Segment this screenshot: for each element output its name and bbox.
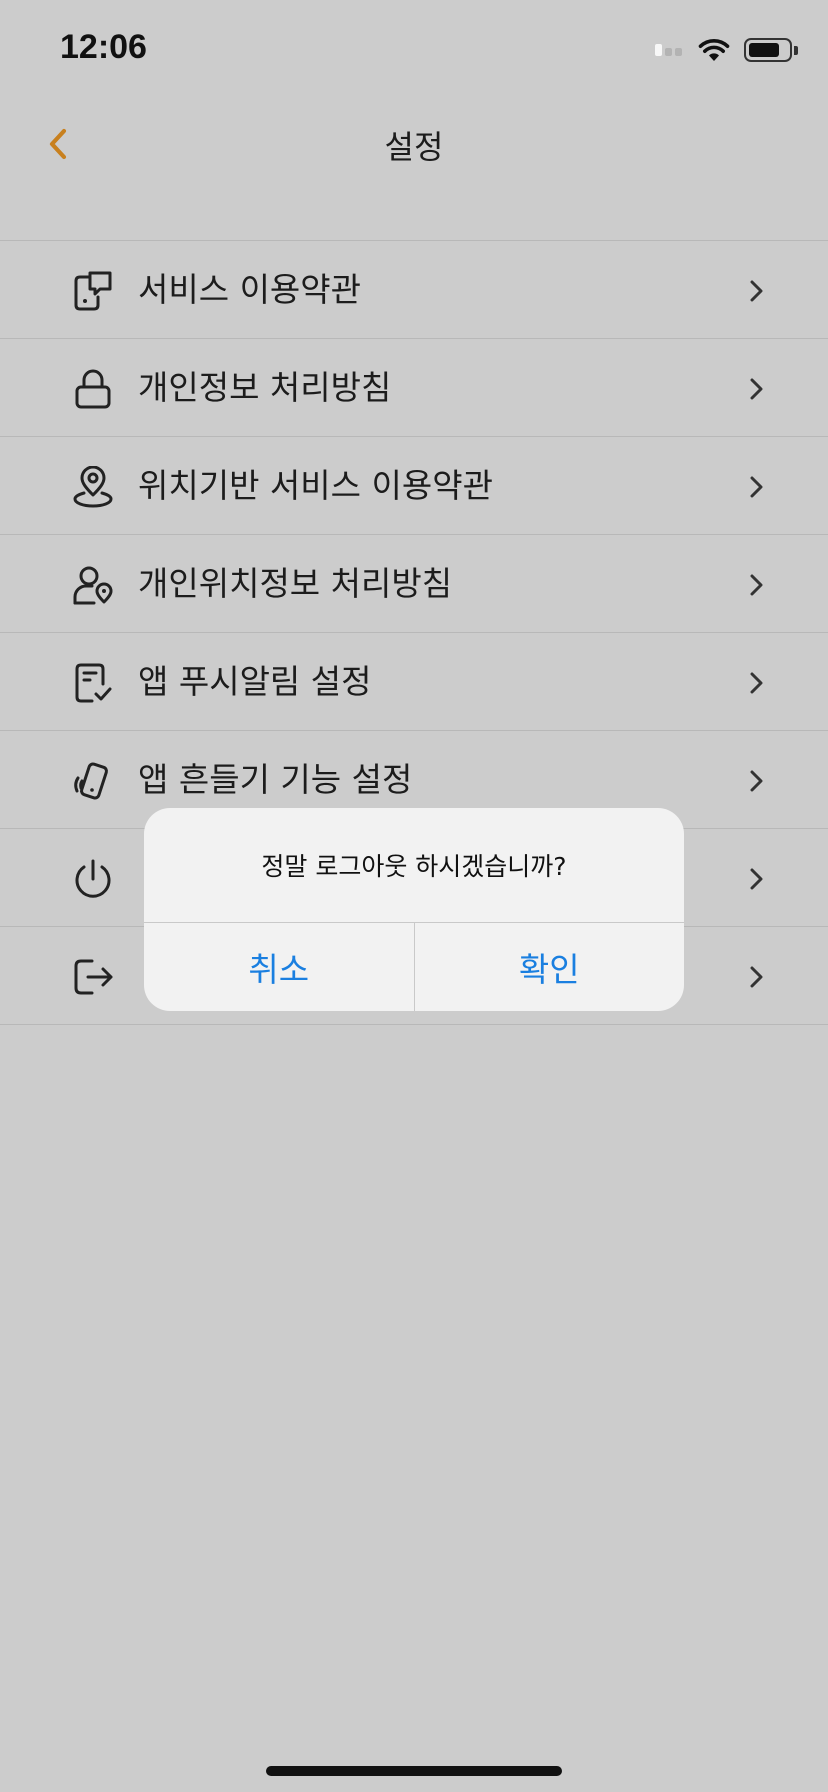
chevron-right-icon <box>750 966 763 988</box>
menu-item-terms-of-service[interactable]: 서비스 이용약관 <box>0 241 828 339</box>
menu-item-location-terms[interactable]: 위치기반 서비스 이용약관 <box>0 437 828 535</box>
wifi-icon <box>698 39 730 61</box>
logout-alert-dialog: 정말 로그아웃 하시겠습니까? 취소 확인 <box>144 808 684 1011</box>
logout-icon <box>74 959 113 995</box>
person-location-icon <box>73 566 113 605</box>
cellular-signal-icon <box>655 44 682 56</box>
notification-checklist-icon <box>75 663 112 703</box>
cancel-button[interactable]: 취소 <box>144 923 414 1011</box>
home-indicator[interactable] <box>266 1766 562 1776</box>
chevron-right-icon <box>750 770 763 792</box>
menu-item-push-notification-settings[interactable]: 앱 푸시알림 설정 <box>0 633 828 731</box>
chevron-right-icon <box>750 672 763 694</box>
menu-item-personal-location-policy[interactable]: 개인위치정보 처리방침 <box>0 535 828 633</box>
shake-phone-icon <box>74 762 108 800</box>
page-title: 설정 <box>384 128 444 166</box>
menu-item-label: 개인정보 처리방침 <box>138 368 392 407</box>
menu-item-privacy-policy[interactable]: 개인정보 처리방침 <box>0 339 828 437</box>
lock-icon <box>75 369 111 409</box>
confirm-button[interactable]: 확인 <box>413 923 685 1011</box>
chevron-right-icon <box>750 476 763 498</box>
location-pin-icon <box>73 466 113 508</box>
settings-screen: 12:06 설정 서비스 이용약관 개인정보 처리방침 위치기반 서비스 이용약… <box>0 0 828 1792</box>
chevron-right-icon <box>750 378 763 400</box>
menu-item-label: 앱 푸시알림 설정 <box>138 662 372 701</box>
power-icon <box>75 859 111 898</box>
menu-item-label: 개인위치정보 처리방침 <box>138 564 453 603</box>
alert-actions: 취소 확인 <box>144 922 684 1011</box>
terms-document-icon <box>74 271 112 311</box>
status-icons <box>655 34 798 66</box>
chevron-right-icon <box>750 280 763 302</box>
menu-item-label: 위치기반 서비스 이용약관 <box>138 466 493 505</box>
alert-message: 정말 로그아웃 하시겠습니까? <box>261 852 567 881</box>
chevron-right-icon <box>750 868 763 890</box>
navigation-bar: 설정 <box>0 100 828 188</box>
menu-item-label: 서비스 이용약관 <box>138 270 362 309</box>
battery-icon <box>744 38 798 62</box>
chevron-right-icon <box>750 574 763 596</box>
status-time: 12:06 <box>60 28 147 66</box>
